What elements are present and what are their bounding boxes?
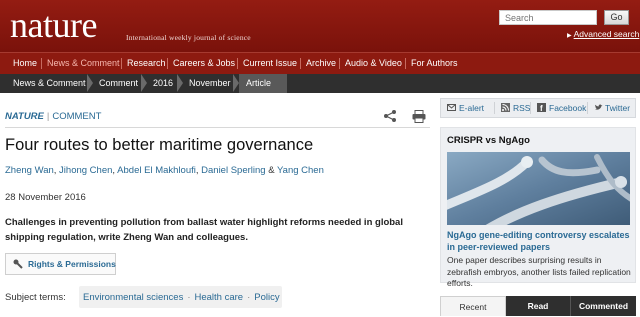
twitter-link[interactable]: Twitter xyxy=(605,99,630,117)
triangle-right-icon: ▶ xyxy=(567,33,572,39)
article-kicker: NATURE | COMMENT xyxy=(5,111,102,122)
print-icon[interactable] xyxy=(412,110,426,123)
nav-item-for-authors[interactable]: For Authors xyxy=(411,53,458,74)
subject-terms-label: Subject terms: xyxy=(5,292,66,303)
nav-divider xyxy=(121,58,122,69)
author-link[interactable]: Daniel Sperling xyxy=(201,165,265,176)
breadcrumb-year[interactable]: 2016 xyxy=(153,74,173,93)
nav-item-archive[interactable]: Archive xyxy=(306,53,336,74)
nav-item-current-issue[interactable]: Current Issue xyxy=(243,53,297,74)
nature-logo[interactable]: nature xyxy=(10,7,97,43)
publication-date: 28 November 2016 xyxy=(5,192,86,203)
breadcrumb-chevron-icon xyxy=(233,74,239,92)
author-and: & xyxy=(268,165,275,176)
feature-card-title: CRISPR vs NgAgo xyxy=(447,135,530,146)
nav-item-audio-video[interactable]: Audio & Video xyxy=(345,53,402,74)
breadcrumb: News & Comment Comment 2016 November Art… xyxy=(0,74,640,93)
svg-text:f: f xyxy=(540,104,543,112)
nav-divider xyxy=(167,58,168,69)
tab-commented[interactable]: Commented xyxy=(570,296,636,316)
nav-divider xyxy=(405,58,406,69)
breadcrumb-chevron-icon xyxy=(141,74,147,92)
rights-permissions-button[interactable]: Rights & Permissions xyxy=(5,253,116,275)
breadcrumb-month[interactable]: November xyxy=(189,74,231,93)
breadcrumb-news-comment[interactable]: News & Comment xyxy=(13,74,86,93)
subject-term-link[interactable]: Health care xyxy=(195,292,244,303)
journal-name[interactable]: NATURE xyxy=(5,111,44,122)
rss-icon xyxy=(501,103,510,112)
advanced-search-link[interactable]: ▶ Advanced search xyxy=(567,29,639,39)
nav-item-research[interactable]: Research xyxy=(127,53,166,74)
twitter-icon xyxy=(595,104,603,110)
article-title: Four routes to better maritime governanc… xyxy=(5,136,314,154)
feature-card-headline-link[interactable]: NgAgo gene-editing controversy escalates… xyxy=(447,229,632,253)
breadcrumb-article: Article xyxy=(246,78,272,88)
subject-term-link[interactable]: Environmental sciences xyxy=(83,292,183,303)
breadcrumb-chevron-icon xyxy=(177,74,183,92)
subject-term-link[interactable]: Policy xyxy=(254,292,279,303)
author-list: Zheng Wan, Jihong Chen, Abdel El Makhlou… xyxy=(5,165,324,176)
nav-divider xyxy=(237,58,238,69)
nav-item-home[interactable]: Home xyxy=(13,53,37,74)
rail-divider xyxy=(494,102,495,114)
nav-item-news-comment[interactable]: News & Comment xyxy=(47,53,120,74)
email-icon xyxy=(447,104,456,111)
breadcrumb-comment[interactable]: Comment xyxy=(99,74,138,93)
rights-permissions-label: Rights & Permissions xyxy=(28,259,116,269)
author-link[interactable]: Jihong Chen xyxy=(59,165,112,176)
rail-divider xyxy=(530,102,531,114)
article-standfirst: Challenges in preventing pollution from … xyxy=(5,217,403,243)
search-input[interactable] xyxy=(499,10,597,25)
follow-bar: E-alert RSS f Facebook Twitter xyxy=(440,98,636,118)
advanced-search-label: Advanced search xyxy=(573,29,640,39)
tab-read[interactable]: Read xyxy=(506,296,570,316)
facebook-link[interactable]: Facebook xyxy=(549,99,586,117)
popular-tabs: Recent Read Commented xyxy=(440,296,636,316)
wrench-icon xyxy=(13,259,23,269)
header-divider xyxy=(5,127,430,128)
author-link[interactable]: Zheng Wan xyxy=(5,165,54,176)
share-icon[interactable] xyxy=(383,109,397,123)
author-link[interactable]: Abdel El Makhloufi xyxy=(117,165,196,176)
e-alert-link[interactable]: E-alert xyxy=(459,99,484,117)
tab-recent[interactable]: Recent xyxy=(440,296,506,316)
nav-divider xyxy=(300,58,301,69)
subject-terms-list: Environmental sciences · Health care · Polic… xyxy=(83,292,280,303)
nav-divider xyxy=(41,58,42,69)
breadcrumb-chevron-icon xyxy=(87,74,93,92)
feature-card-image[interactable] xyxy=(447,152,630,225)
rail-divider xyxy=(587,102,588,114)
nav-divider xyxy=(339,58,340,69)
search-button[interactable]: Go xyxy=(604,10,629,25)
tagline: International weekly journal of science xyxy=(126,33,251,42)
feature-card-description: One paper describes surprising results i… xyxy=(447,255,631,288)
nav-item-careers-jobs[interactable]: Careers & Jobs xyxy=(173,53,235,74)
article-section[interactable]: COMMENT xyxy=(52,111,101,122)
rss-link[interactable]: RSS xyxy=(513,99,530,117)
main-nav: Home News & Comment Research Careers & J… xyxy=(0,52,640,74)
facebook-icon: f xyxy=(537,103,546,112)
author-link[interactable]: Yang Chen xyxy=(277,165,324,176)
